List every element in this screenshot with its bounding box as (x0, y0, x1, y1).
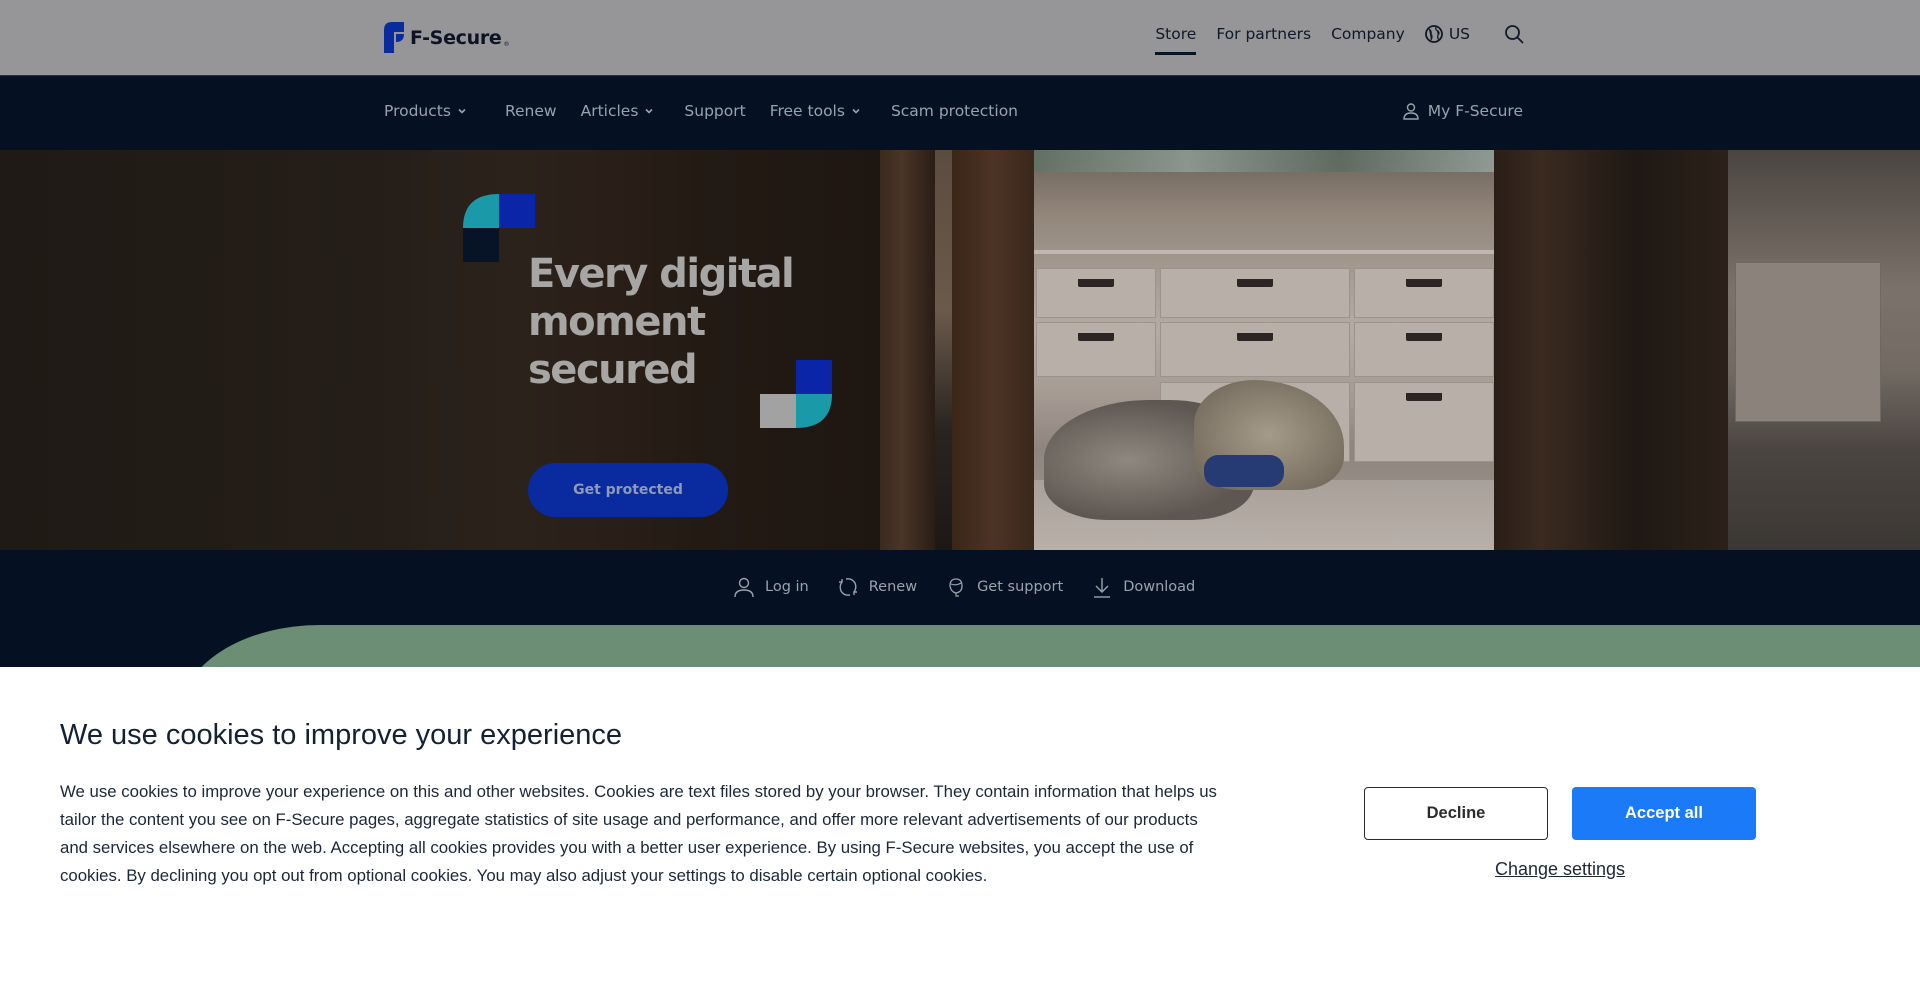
decorative-shape-icon (760, 360, 832, 428)
f-secure-logo-icon (384, 22, 404, 53)
download-icon (1094, 578, 1111, 598)
hero-image-door-frame (952, 150, 1034, 550)
hero-image-mirror-drawer (1735, 262, 1881, 422)
section-green-curve (0, 625, 1920, 667)
nav-support[interactable]: Support (684, 102, 745, 120)
utility-nav-for-partners[interactable]: For partners (1216, 25, 1311, 43)
nav-renew-label: Renew (504, 102, 557, 120)
region-selector[interactable]: US (1424, 25, 1470, 43)
my-f-secure-label: My F-Secure (1427, 102, 1523, 120)
hero-title-line: Every digital (528, 251, 795, 297)
nav-scam-protection[interactable]: Scam protection (891, 102, 1018, 120)
chevron-down-icon (852, 108, 860, 114)
main-nav: Products Renew Articles Support Free too… (0, 75, 1920, 150)
decline-cookies-button[interactable]: Decline (1364, 787, 1548, 840)
nav-free-tools[interactable]: Free tools (770, 102, 861, 120)
hero-image-room (1034, 150, 1494, 550)
nav-products[interactable]: Products (384, 102, 467, 120)
get-protected-button[interactable]: Get protected (528, 463, 728, 517)
quick-link-renew[interactable]: Renew (837, 576, 917, 598)
quick-link-log-in[interactable]: Log in (733, 576, 809, 598)
refresh-icon (838, 578, 857, 596)
registered-mark: ® (503, 41, 510, 48)
nav-renew[interactable]: Renew (505, 102, 557, 120)
logo-wordmark: F-Secure (410, 26, 502, 49)
utility-nav: Store For partners Company US (1155, 24, 1524, 55)
decorative-shape-icon (463, 194, 535, 262)
quick-link-log-in-label: Log in (765, 579, 809, 595)
cookie-consent-banner: We use cookies to improve your experienc… (0, 667, 1920, 993)
globe-icon (1424, 25, 1443, 43)
green-curve-shape (180, 625, 1920, 667)
utility-header: F-Secure ® Store For partners Company US (0, 0, 1920, 75)
region-label: US (1448, 25, 1470, 43)
nav-support-label: Support (684, 102, 746, 120)
hero-title: Every digital moment secured (528, 250, 795, 394)
chevron-down-icon (458, 108, 466, 114)
cookie-banner-text: We use cookies to improve your experienc… (60, 782, 1217, 885)
hero-image-door-frame (880, 150, 935, 550)
nav-articles[interactable]: Articles (581, 102, 655, 120)
quick-link-get-support-label: Get support (977, 579, 1064, 595)
accept-all-cookies-button[interactable]: Accept all (1572, 787, 1756, 840)
user-icon (1403, 103, 1419, 120)
hero-title-line: secured (528, 347, 698, 393)
hero-banner: Every digital moment secured Get protect… (0, 150, 1920, 550)
search-icon[interactable] (1504, 24, 1524, 44)
quick-link-get-support[interactable]: Get support (945, 576, 1063, 598)
user-icon (734, 577, 754, 598)
my-f-secure-link[interactable]: My F-Secure (1402, 102, 1523, 120)
utility-nav-store[interactable]: Store (1155, 25, 1196, 55)
hero-image-door-frame (1494, 150, 1730, 550)
quick-link-download[interactable]: Download (1091, 576, 1195, 598)
utility-nav-company[interactable]: Company (1331, 25, 1405, 43)
cookie-banner-title: We use cookies to improve your experienc… (60, 719, 623, 751)
hero-title-line: moment (528, 299, 706, 345)
change-cookie-settings-link[interactable]: Change settings (1364, 859, 1756, 880)
support-headset-icon (949, 578, 963, 597)
chevron-down-icon (645, 108, 653, 114)
nav-free-tools-label: Free tools (769, 102, 845, 120)
nav-articles-label: Articles (580, 102, 639, 120)
nav-products-label: Products (384, 102, 451, 120)
quick-link-renew-label: Renew (868, 579, 918, 595)
nav-scam-protection-label: Scam protection (890, 102, 1019, 120)
f-secure-logo[interactable]: F-Secure ® (384, 22, 510, 53)
quick-links-bar: Log in Renew Get support Download (0, 550, 1920, 625)
quick-link-download-label: Download (1123, 579, 1196, 595)
